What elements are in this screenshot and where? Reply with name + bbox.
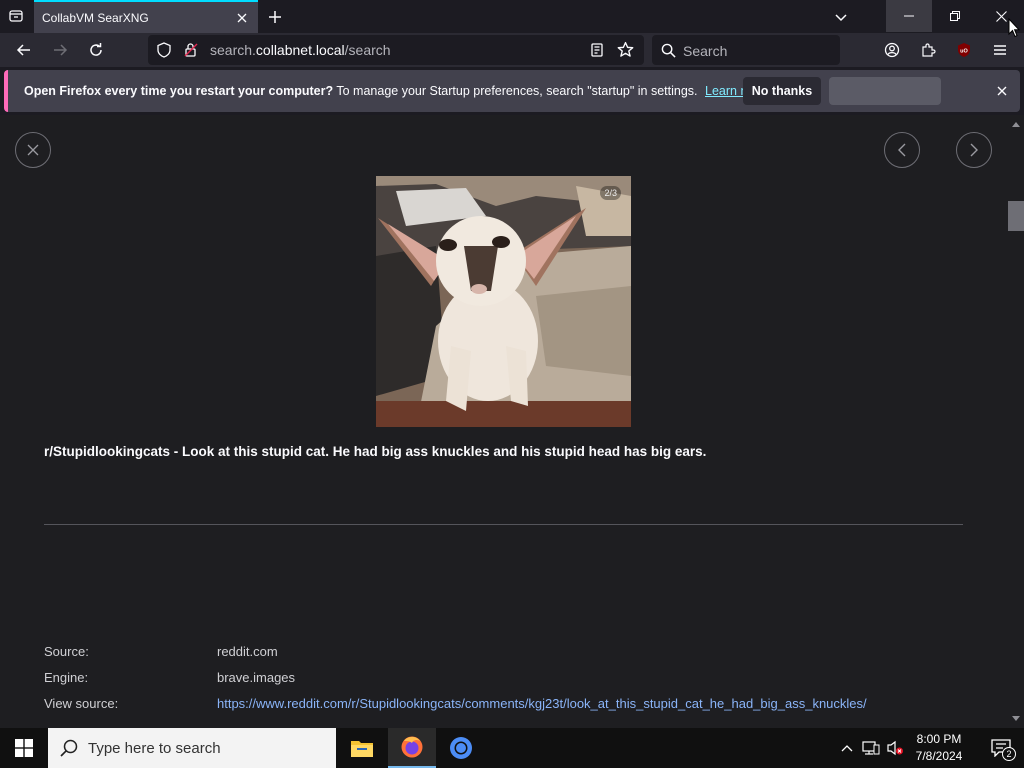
action-center-icon[interactable]: 2 [978,728,1024,768]
reader-view-icon[interactable] [589,42,605,63]
firefox-taskbar-icon[interactable] [388,728,436,768]
notification-count-badge: 2 [1002,747,1016,761]
scroll-thumb[interactable] [1008,201,1024,231]
tab-strip: CollabVM SearXNG [0,0,1024,33]
close-tab-icon[interactable] [232,8,252,28]
page-scrollbar[interactable] [1008,115,1024,728]
search-icon [60,739,78,757]
image-counter: 2/3 [600,186,621,200]
chrome-taskbar-icon[interactable] [437,728,485,768]
view-source-link[interactable]: https://www.reddit.com/r/Stupidlookingca… [217,696,867,711]
close-notification-icon[interactable] [992,81,1012,101]
search-placeholder: Search [683,43,728,59]
search-icon [661,43,676,63]
back-arrow-icon[interactable] [11,37,37,63]
extensions-icon[interactable] [915,37,941,63]
tab-collabvm-searxng[interactable]: CollabVM SearXNG [34,0,258,33]
address-bar[interactable]: search.collabnet.local/search [148,35,644,65]
divider [44,524,963,525]
scroll-up-icon[interactable] [1011,119,1021,129]
minimize-button[interactable] [886,0,932,32]
bookmark-star-icon[interactable] [617,41,634,63]
clock-time: 8:00 PM [916,732,962,746]
restore-button[interactable] [932,0,978,32]
scroll-down-icon[interactable] [1011,714,1021,724]
chevron-up-icon[interactable] [837,738,857,758]
url-text[interactable]: search.collabnet.local/search [210,42,391,58]
account-icon[interactable] [879,37,905,63]
search-bar[interactable]: Search [652,35,840,65]
source-label: Source: [44,644,89,659]
ublock-origin-icon[interactable]: uO [951,37,977,63]
engine-label: Engine: [44,670,89,685]
notification-secondary-button[interactable] [829,77,941,105]
windows-start-icon[interactable] [0,728,48,768]
file-explorer-icon[interactable] [338,728,386,768]
clock-date: 7/8/2024 [915,749,963,763]
result-title: r/Stupidlookingcats - Look at this stupi… [44,444,707,459]
page-content: 2/3 r/Stupidlookingcats - Look at this s… [0,115,1008,728]
notification-bold-text: Open Firefox every time you restart your… [24,84,334,98]
taskbar-clock[interactable]: 8:00 PM 7/8/2024 [905,731,973,765]
view-source-label: View source: [44,696,119,711]
volume-muted-icon[interactable] [885,738,905,758]
next-image-button[interactable] [956,132,992,168]
navigation-toolbar: search.collabnet.local/search Search uO [0,33,1024,67]
close-detail-button[interactable] [15,132,51,168]
taskbar-search-box[interactable]: Type here to search [48,728,336,768]
chevron-down-icon[interactable] [830,6,852,28]
source-value: reddit.com [217,644,278,659]
no-thanks-button[interactable]: No thanks [743,77,821,105]
network-icon[interactable] [861,738,881,758]
windows-taskbar: Type here to search 8:00 PM 7/8/2024 2 [0,728,1024,768]
result-image[interactable]: 2/3 [376,176,631,427]
mouse-cursor-icon [1008,17,1021,43]
insecure-lock-icon[interactable] [183,42,199,63]
previous-image-button[interactable] [884,132,920,168]
taskbar-search-placeholder: Type here to search [88,739,221,757]
notification-text: To manage your Startup preferences, sear… [336,84,698,98]
new-tab-icon[interactable] [264,6,286,28]
firefox-view-icon[interactable] [6,6,26,26]
cat-photo [376,176,631,427]
forward-arrow-icon[interactable] [47,37,73,63]
reload-icon[interactable] [83,37,109,63]
tab-title: CollabVM SearXNG [42,10,149,25]
svg-text:uO: uO [960,49,968,55]
notification-message: Open Firefox every time you restart your… [24,84,769,98]
startup-notification-bar: Open Firefox every time you restart your… [4,70,1020,112]
engine-value: brave.images [217,670,296,685]
shield-icon[interactable] [156,42,172,63]
